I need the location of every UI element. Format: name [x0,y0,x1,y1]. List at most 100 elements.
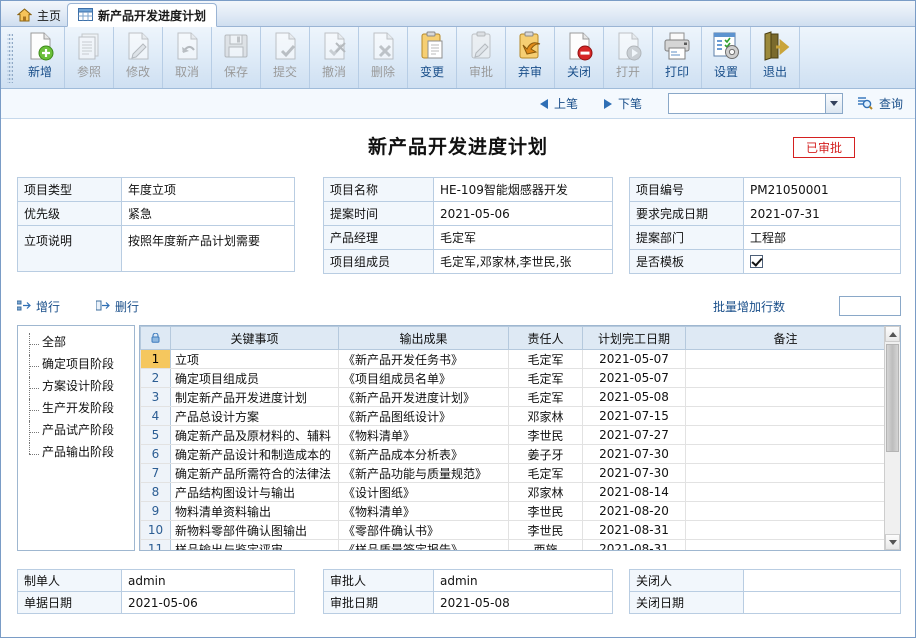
toolbar-button-settings[interactable]: 设置 [702,27,751,88]
field-value-is-template[interactable] [743,249,901,274]
cell-owner[interactable]: 毛定军 [508,368,583,388]
table-vertical-scrollbar[interactable] [884,326,900,550]
cell-owner[interactable]: 邓家林 [508,406,583,426]
cell-output[interactable]: 《新产品功能与质量规范》 [338,463,509,483]
cell-owner[interactable]: 李世民 [508,501,583,521]
cell-output[interactable]: 《零部件确认书》 [338,520,509,540]
tree-item-production-development-stage[interactable]: 生产开发阶段 [24,399,134,421]
scroll-down-button[interactable] [885,534,900,550]
toolbar-button-change[interactable]: 变更 [408,27,457,88]
cell-output[interactable]: 《样品质量签定报告》 [338,539,509,550]
delete-row-button[interactable]: 删行 [95,298,139,315]
cell-remark[interactable] [685,444,886,464]
toolbar-button-unapprove[interactable]: 弃审 [506,27,555,88]
cell-remark[interactable] [685,406,886,426]
is-template-checkbox[interactable] [750,254,763,268]
cell-remark[interactable] [685,501,886,521]
column-header-output[interactable]: 输出成果 [338,326,509,350]
table-row[interactable]: 5 确定新产品及原材料的、辅料 《物料清单》 李世民 2021-07-27 [140,425,886,445]
field-value-approval-date[interactable]: 2021-05-08 [433,591,613,614]
table-row[interactable]: 4 产品总设计方案 《新产品图纸设计》 邓家林 2021-07-15 [140,406,886,426]
cell-key-item[interactable]: 确定项目组成员 [170,368,339,388]
cell-key-item[interactable]: 确定新产品及原材料的、辅料 [170,425,339,445]
field-value-document-date[interactable]: 2021-05-06 [121,591,295,614]
column-header-lock[interactable] [140,326,171,350]
cell-date[interactable]: 2021-07-30 [582,444,686,464]
cell-remark[interactable] [685,387,886,407]
tab-new-product-plan[interactable]: 新产品开发进度计划 [67,3,218,27]
stage-tree-panel[interactable]: 全部 确定项目阶段 方案设计阶段 生产开发阶段 产品试产阶段 产品输出阶段 [17,325,135,551]
field-value-project-description[interactable]: 按照年度新产品计划需要 [121,225,295,272]
cell-date[interactable]: 2021-08-31 [582,539,686,550]
cell-date[interactable]: 2021-07-30 [582,463,686,483]
cell-remark[interactable] [685,463,886,483]
cell-date[interactable]: 2021-05-08 [582,387,686,407]
scrollbar-thumb[interactable] [886,344,899,452]
field-value-proposal-department[interactable]: 工程部 [743,225,901,250]
field-value-creator[interactable]: admin [121,569,295,592]
column-header-owner[interactable]: 责任人 [508,326,583,350]
cell-remark[interactable] [685,539,886,550]
field-value-project-name[interactable]: HE-109智能烟感器开发 [433,177,613,202]
cell-date[interactable]: 2021-08-31 [582,520,686,540]
add-row-button[interactable]: 增行 [16,298,60,315]
cell-key-item[interactable]: 产品总设计方案 [170,406,339,426]
cell-date[interactable]: 2021-05-07 [582,368,686,388]
table-row[interactable]: 6 确定新产品设计和制造成本的 《新产品成本分析表》 姜子牙 2021-07-3… [140,444,886,464]
toolbar-button-delete[interactable]: 删除 [359,27,408,88]
cell-key-item[interactable]: 确定新产品设计和制造成本的 [170,444,339,464]
record-search-combo[interactable] [667,93,843,114]
column-header-key-item[interactable]: 关键事项 [170,326,339,350]
toolbar-button-approve[interactable]: 审批 [457,27,506,88]
cell-output[interactable]: 《物料清单》 [338,425,509,445]
cell-remark[interactable] [685,520,886,540]
field-value-project-type[interactable]: 年度立项 [121,177,295,202]
table-row[interactable]: 9 物料清单资料输出 《物料清单》 李世民 2021-08-20 [140,501,886,521]
cell-owner[interactable]: 姜子牙 [508,444,583,464]
cell-owner[interactable]: 毛定军 [508,463,583,483]
table-row[interactable]: 3 制定新产品开发进度计划 《新产品开发进度计划》 毛定军 2021-05-08 [140,387,886,407]
cell-owner[interactable]: 邓家林 [508,482,583,502]
cell-key-item[interactable]: 物料清单资料输出 [170,501,339,521]
table-row[interactable]: 11 样品输出与鉴定评审 《样品质量签定报告》 西施 2021-08-31 [140,539,886,550]
table-row[interactable]: 8 产品结构图设计与输出 《设计图纸》 邓家林 2021-08-14 [140,482,886,502]
cell-date[interactable]: 2021-07-27 [582,425,686,445]
toolbar-button-exit[interactable]: 退出 [751,27,800,88]
toolbar-button-modify[interactable]: 修改 [114,27,163,88]
cell-owner[interactable]: 李世民 [508,425,583,445]
query-button[interactable]: 查询 [857,95,903,113]
cell-key-item[interactable]: 样品输出与鉴定评审 [170,539,339,550]
tab-home[interactable]: 主页 [7,3,71,27]
toolbar-button-print[interactable]: 打印 [653,27,702,88]
cell-output[interactable]: 《新产品开发进度计划》 [338,387,509,407]
cell-key-item[interactable]: 产品结构图设计与输出 [170,482,339,502]
tree-item-scheme-design-stage[interactable]: 方案设计阶段 [24,377,134,399]
field-value-required-finish-date[interactable]: 2021-07-31 [743,201,901,226]
toolbar-button-cancel[interactable]: 取消 [163,27,212,88]
cell-owner[interactable]: 李世民 [508,520,583,540]
field-value-close-date[interactable] [743,591,901,614]
toolbar-button-save[interactable]: 保存 [212,27,261,88]
previous-record-button[interactable]: 上笔 [539,95,578,112]
toolbar-button-close[interactable]: 关闭 [555,27,604,88]
cell-remark[interactable] [685,425,886,445]
scroll-up-button[interactable] [885,326,900,342]
cell-key-item[interactable]: 制定新产品开发进度计划 [170,387,339,407]
cell-remark[interactable] [685,482,886,502]
cell-date[interactable]: 2021-08-20 [582,501,686,521]
toolbar-button-revoke[interactable]: 撤消 [310,27,359,88]
next-record-button[interactable]: 下笔 [603,95,642,112]
table-row[interactable]: 10 新物料零部件确认图输出 《零部件确认书》 李世民 2021-08-31 [140,520,886,540]
field-value-product-manager[interactable]: 毛定军 [433,225,613,250]
toolbar-grip[interactable] [7,32,13,83]
toolbar-button-reference[interactable]: 参照 [65,27,114,88]
cell-output[interactable]: 《项目组成员名单》 [338,368,509,388]
tree-item-all[interactable]: 全部 [24,333,134,355]
chevron-down-icon[interactable] [824,94,842,113]
toolbar-button-new[interactable]: 新增 [16,27,65,88]
tree-item-confirm-project-stage[interactable]: 确定项目阶段 [24,355,134,377]
record-search-input[interactable] [669,94,825,113]
toolbar-button-open[interactable]: 打开 [604,27,653,88]
field-value-approver[interactable]: admin [433,569,613,592]
table-row[interactable]: 7 确定新产品所需符合的法律法 《新产品功能与质量规范》 毛定军 2021-07… [140,463,886,483]
